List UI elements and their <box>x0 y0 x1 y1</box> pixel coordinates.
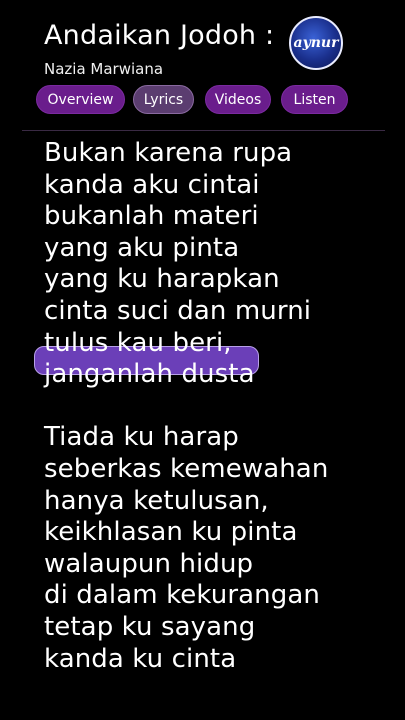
lyric-line: walaupun hidup <box>44 548 254 579</box>
lyric-line: seberkas kemewahan <box>44 453 329 484</box>
tab-lyrics[interactable]: Lyrics <box>133 85 194 114</box>
header-divider <box>22 130 385 131</box>
artist-name: Nazia Marwiana <box>44 60 164 78</box>
tab-videos[interactable]: Videos <box>205 85 271 114</box>
stanza-break <box>44 391 394 423</box>
channel-logo[interactable]: aynur <box>289 16 343 70</box>
song-header: Andaikan Jodoh : Nazia Marwiana aynur Ov… <box>0 0 405 132</box>
lyric-line: keikhlasan ku pinta <box>44 517 298 548</box>
lyric-line: hanya ketulusan, <box>44 485 269 516</box>
lyric-line: kanda ku cinta <box>44 643 237 674</box>
lyric-line: yang ku harapkan <box>44 264 280 295</box>
lyric-line: janganlah dusta <box>44 359 255 390</box>
lyric-line: kanda aku cintai <box>44 169 260 200</box>
tab-label: Lyrics <box>143 91 184 108</box>
tab-label: Videos <box>214 91 262 108</box>
lyric-line: yang aku pinta <box>44 232 240 263</box>
tab-label: Listen <box>293 91 336 108</box>
song-title: Andaikan Jodoh : <box>44 20 275 51</box>
tab-listen[interactable]: Listen <box>281 85 348 114</box>
lyric-line: cinta suci dan murni <box>44 295 312 326</box>
lyric-line: bukanlah materi <box>44 201 259 232</box>
lyric-line: tetap ku sayang <box>44 611 256 642</box>
tab-label: Overview <box>47 91 114 108</box>
lyrics-panel: Bukan karena rupa kanda aku cintai bukan… <box>44 138 394 675</box>
lyric-line: Tiada ku harap <box>44 422 239 453</box>
lyric-line: Bukan karena rupa <box>44 138 293 168</box>
logo-text: aynur <box>293 35 339 51</box>
lyric-line-current: tulus kau beri, <box>44 327 232 358</box>
tab-overview[interactable]: Overview <box>36 85 125 114</box>
lyric-line: di dalam kekurangan <box>44 580 320 611</box>
